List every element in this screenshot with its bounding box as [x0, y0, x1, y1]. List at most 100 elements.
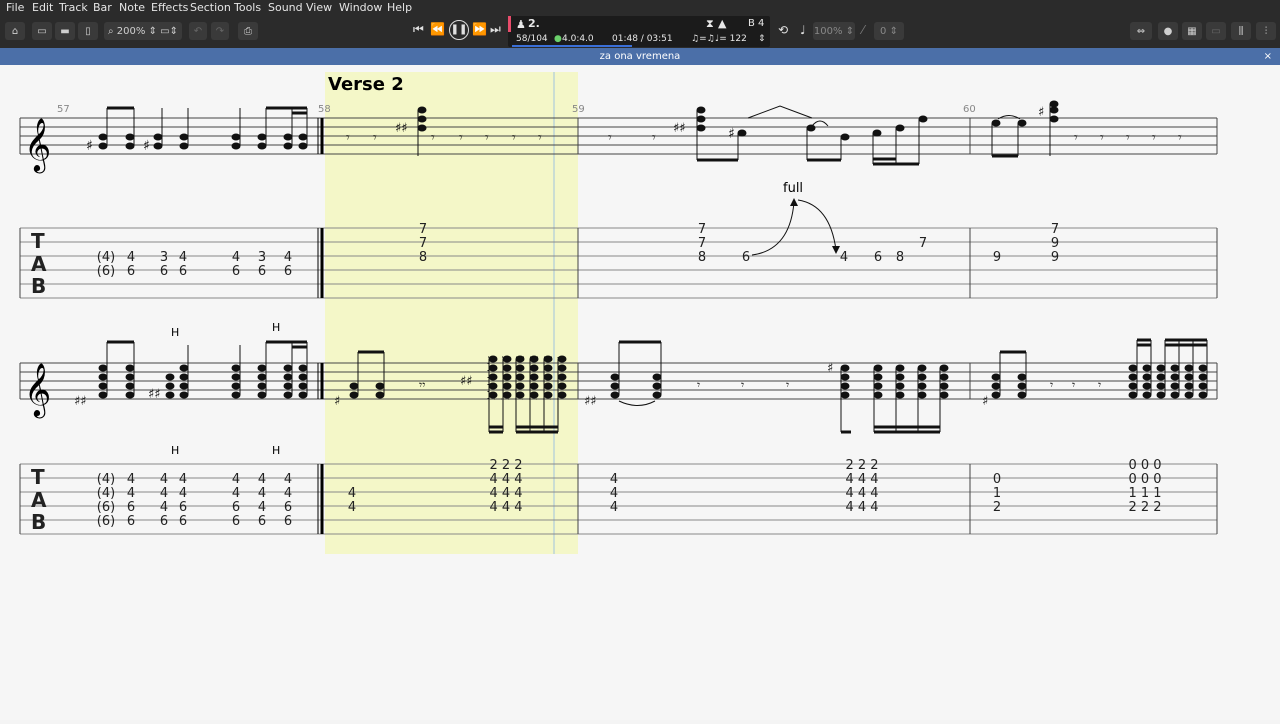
menu-bar: File Edit Track Bar Note Effects Section…	[0, 0, 1280, 16]
mixer-button[interactable]: ⫼	[1231, 22, 1251, 40]
menu-effects[interactable]: Effects	[151, 1, 188, 14]
close-icon[interactable]: ×	[1264, 48, 1272, 65]
key-signature: B 4	[748, 18, 765, 29]
pitch-value: 0	[880, 25, 887, 37]
fretboard-button[interactable]: ▭	[1206, 22, 1226, 40]
triplet-feel-icon[interactable]: ♫=♫	[691, 34, 715, 44]
rewind-icon[interactable]: ⏪	[430, 22, 445, 36]
svg-text:𝄾: 𝄾	[1074, 130, 1078, 146]
svg-text:7: 7	[698, 222, 706, 237]
fretboard-icon: ▭	[1211, 25, 1221, 37]
toolbar: ⌂ ▭ ▬ ▯ ⌕ 200% ⇕ ▭⇕ ↶ ↷ ⎙ ⏮ ⏪ ❚❚ ⏩ ⏭ ♟ 2…	[0, 16, 1280, 48]
svg-text:9: 9	[1051, 250, 1059, 265]
score-page: Verse 2 57 58 59 60 𝄞 ♯ ♯ 𝄾 𝄾 ♯♯ 𝄾 𝄾 𝄾 𝄾…	[0, 65, 1280, 720]
svg-text:𝄾𝄾: 𝄾𝄾	[419, 378, 425, 392]
menu-edit[interactable]: Edit	[32, 1, 53, 14]
menu-note[interactable]: Note	[119, 1, 145, 14]
svg-text:7: 7	[419, 222, 427, 237]
svg-text:6: 6	[258, 264, 266, 279]
svg-text:2: 2	[993, 500, 1001, 515]
metronome-icon[interactable]: ▲	[718, 17, 726, 30]
fast-forward-icon[interactable]: ⏩	[472, 22, 487, 36]
menu-view[interactable]: View	[306, 1, 332, 14]
menu-section[interactable]: Section	[190, 1, 231, 14]
svg-text:6: 6	[179, 514, 187, 529]
svg-text:6: 6	[284, 264, 292, 279]
svg-text:(4): (4)	[97, 250, 115, 265]
arrows-icon: ⇔	[1136, 25, 1146, 37]
tempo-arrows-icon[interactable]: ⇕	[758, 34, 766, 44]
progress-bar[interactable]	[512, 45, 632, 47]
print-button[interactable]: ⎙	[238, 22, 258, 40]
svg-text:𝄾: 𝄾	[459, 130, 463, 146]
svg-text:𝄾: 𝄾	[485, 130, 489, 146]
menu-window[interactable]: Window	[339, 1, 382, 14]
menu-tools[interactable]: Tools	[234, 1, 261, 14]
keyboard-button[interactable]: ▦	[1182, 22, 1202, 40]
svg-text:3: 3	[160, 250, 168, 265]
svg-text:2 2 2: 2 2 2	[489, 458, 522, 473]
svg-text:♯: ♯	[728, 126, 735, 142]
menu-bar-item[interactable]: Bar	[93, 1, 112, 14]
collapse-button[interactable]: ⇔	[1130, 22, 1152, 40]
score-canvas[interactable]: Verse 2 57 58 59 60 𝄞 ♯ ♯ 𝄾 𝄾 ♯♯ 𝄾 𝄾 𝄾 𝄾…	[0, 65, 1280, 720]
metronome-note-icon[interactable]: ♩	[800, 23, 806, 37]
menu-file[interactable]: File	[6, 1, 24, 14]
svg-text:B: B	[31, 510, 46, 534]
loop-icon[interactable]: ⟲	[778, 23, 788, 37]
svg-text:6: 6	[284, 514, 292, 529]
svg-text:6: 6	[127, 264, 135, 279]
notes-bar-59-staff1: 𝄾 𝄾 ♯♯ ♯	[608, 105, 928, 166]
view-horizontal-button[interactable]: ▬	[55, 22, 75, 40]
svg-text:4: 4	[840, 250, 848, 265]
transport-display: ♟ 2. 58/104 ● 4.0:4.0 01:48 / 03:51 ⧗ ▲ …	[508, 16, 770, 47]
pitch-icon[interactable]: ⁄	[862, 23, 864, 37]
svg-text:8: 8	[896, 250, 904, 265]
undo-button[interactable]: ↶	[189, 22, 207, 40]
svg-text:𝄾: 𝄾	[741, 378, 744, 392]
speed-field[interactable]: 100% ⇕	[813, 22, 855, 40]
svg-text:4: 4	[160, 472, 168, 487]
home-icon: ⌂	[11, 25, 19, 37]
tuner-button[interactable]: ●	[1158, 22, 1178, 40]
svg-text:6: 6	[232, 500, 240, 515]
tab-clef-2: T A B	[31, 465, 47, 534]
last-bar-icon[interactable]: ⏭	[490, 22, 501, 37]
svg-text:8: 8	[698, 250, 706, 265]
undo-icon: ↶	[193, 25, 203, 37]
view-panel-button[interactable]: ▯	[78, 22, 98, 40]
svg-text:6: 6	[160, 264, 168, 279]
svg-text:4: 4	[348, 486, 356, 501]
svg-text:6: 6	[232, 514, 240, 529]
hammer-on-label-3: H	[171, 444, 179, 457]
menu-help[interactable]: Help	[387, 1, 412, 14]
svg-text:7: 7	[698, 236, 706, 251]
redo-button[interactable]: ↷	[211, 22, 229, 40]
zoom-select[interactable]: ⌕ 200% ⇕ ▭⇕	[104, 22, 182, 40]
svg-text:A: A	[31, 252, 47, 276]
svg-text:4 4 4: 4 4 4	[845, 486, 878, 501]
equalizer-button[interactable]: ⫶	[1256, 22, 1276, 40]
horizontal-icon: ▬	[60, 25, 70, 37]
svg-text:6: 6	[232, 264, 240, 279]
svg-text:𝄾: 𝄾	[1050, 378, 1053, 392]
svg-text:T: T	[31, 465, 45, 489]
svg-text:♯: ♯	[86, 138, 93, 154]
svg-text:𝄾: 𝄾	[346, 130, 350, 146]
svg-text:4: 4	[127, 486, 135, 501]
svg-text:𝄾: 𝄾	[697, 378, 700, 392]
view-page-button[interactable]: ▭	[32, 22, 52, 40]
svg-text:6: 6	[742, 250, 750, 265]
svg-text:6: 6	[127, 500, 135, 515]
first-bar-icon[interactable]: ⏮	[413, 22, 424, 37]
treble-clef: 𝄞	[24, 117, 51, 173]
svg-text:𝄾: 𝄾	[786, 378, 789, 392]
svg-text:4 4 4: 4 4 4	[845, 500, 878, 515]
svg-text:9: 9	[993, 250, 1001, 265]
pause-icon[interactable]: ❚❚	[449, 20, 469, 40]
menu-track[interactable]: Track	[59, 1, 88, 14]
menu-sound[interactable]: Sound	[268, 1, 303, 14]
svg-text:4: 4	[127, 250, 135, 265]
home-button[interactable]: ⌂	[5, 22, 25, 40]
pitch-field[interactable]: 0 ⇕	[874, 22, 904, 40]
